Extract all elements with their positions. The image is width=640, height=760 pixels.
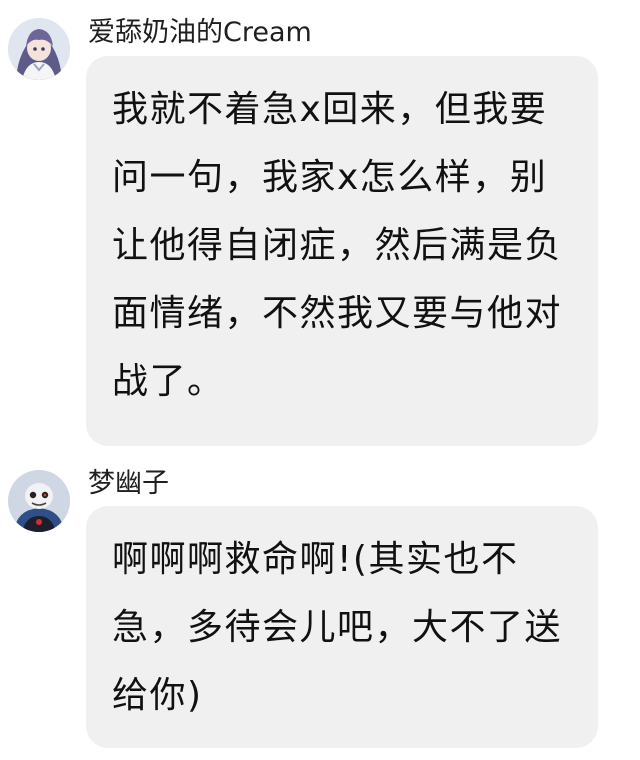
anime-girl-avatar-icon xyxy=(8,18,70,80)
avatar[interactable] xyxy=(8,470,70,532)
sender-name: 爱舔奶油的Cream xyxy=(88,17,312,48)
message-bubble: 我就不着急x回来，但我要问一句，我家x怎么样，别让他得自闭症，然后满是负面情绪，… xyxy=(86,56,598,446)
avatar[interactable] xyxy=(8,18,70,80)
message-text: 我就不着急x回来，但我要问一句，我家x怎么样，别让他得自闭症，然后满是负面情绪，… xyxy=(112,89,563,402)
message-bubble: 啊啊啊救命啊!(其实也不急，多待会儿吧，大不了送给你) xyxy=(86,506,598,748)
skeleton-character-avatar-icon xyxy=(8,470,70,532)
message-text: 啊啊啊救命啊!(其实也不急，多待会儿吧，大不了送给你) xyxy=(112,539,563,716)
sender-name: 梦幽子 xyxy=(88,468,169,499)
